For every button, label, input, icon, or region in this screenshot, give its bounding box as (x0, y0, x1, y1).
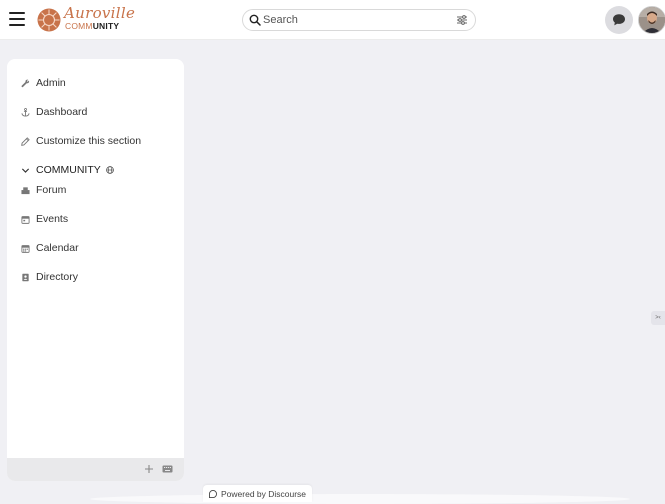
sidebar-item-label: Forum (36, 184, 67, 196)
site-logo[interactable]: Auroville COMMUNITY (37, 4, 135, 33)
logo-community-text: COMMUNITY (65, 21, 120, 31)
avatar-image (639, 7, 665, 33)
calendar-days-icon (21, 244, 30, 253)
logo-mark-icon (37, 8, 61, 32)
chat-button[interactable] (605, 6, 633, 34)
layer-group-icon (21, 186, 30, 194)
hamburger-icon[interactable] (9, 12, 25, 26)
powered-by-text: Powered by Discourse (221, 488, 307, 499)
search-icon[interactable] (249, 14, 261, 26)
sidebar-item-calendar[interactable]: Calendar (21, 240, 79, 256)
wrench-icon (21, 79, 30, 87)
plus-icon[interactable] (143, 463, 155, 475)
sidebar-item-label: Admin (36, 77, 66, 89)
globe-icon (105, 166, 114, 174)
logo-script-text: Auroville (64, 4, 136, 22)
user-avatar[interactable] (638, 6, 665, 34)
sidebar-item-label: Calendar (36, 242, 79, 254)
keyboard-icon[interactable] (162, 464, 173, 474)
chat-bubble-icon (613, 14, 625, 26)
sidebar-item-label: Directory (36, 271, 79, 283)
sliders-icon[interactable] (456, 14, 468, 26)
chat-drawer-toggle[interactable]: >‹ (651, 311, 665, 325)
site-header: Auroville COMMUNITY (0, 0, 665, 40)
sidebar-item-directory[interactable]: Directory (21, 269, 78, 285)
powered-by-discourse-link[interactable]: Powered by Discourse (203, 485, 313, 502)
sidebar-item-dashboard[interactable]: Dashboard (21, 104, 87, 120)
pencil-icon (21, 136, 30, 146)
search-input[interactable] (263, 12, 453, 28)
section-title: COMMUNITY (36, 164, 101, 176)
sidebar-item-label: Events (36, 213, 69, 225)
address-book-icon (22, 273, 29, 281)
discourse-logo-icon (209, 489, 217, 498)
sidebar-item-customize[interactable]: Customize this section (21, 133, 141, 149)
sidebar-item-admin[interactable]: Admin (21, 75, 66, 91)
calendar-icon (21, 215, 30, 224)
sidebar-item-label: Dashboard (36, 106, 88, 118)
sidebar-item-label: Customize this section (36, 135, 142, 147)
sidebar-footer (7, 458, 184, 481)
section-header-community[interactable]: COMMUNITY (21, 162, 114, 178)
anchor-icon (21, 107, 30, 117)
sidebar: Admin Dashboard Customize this section C… (7, 59, 184, 481)
search-box[interactable] (242, 9, 476, 31)
chevron-down-icon[interactable] (21, 166, 30, 175)
bottom-shade (90, 494, 630, 504)
sidebar-item-events[interactable]: Events (21, 211, 68, 227)
sidebar-item-forum[interactable]: Forum (21, 182, 66, 198)
